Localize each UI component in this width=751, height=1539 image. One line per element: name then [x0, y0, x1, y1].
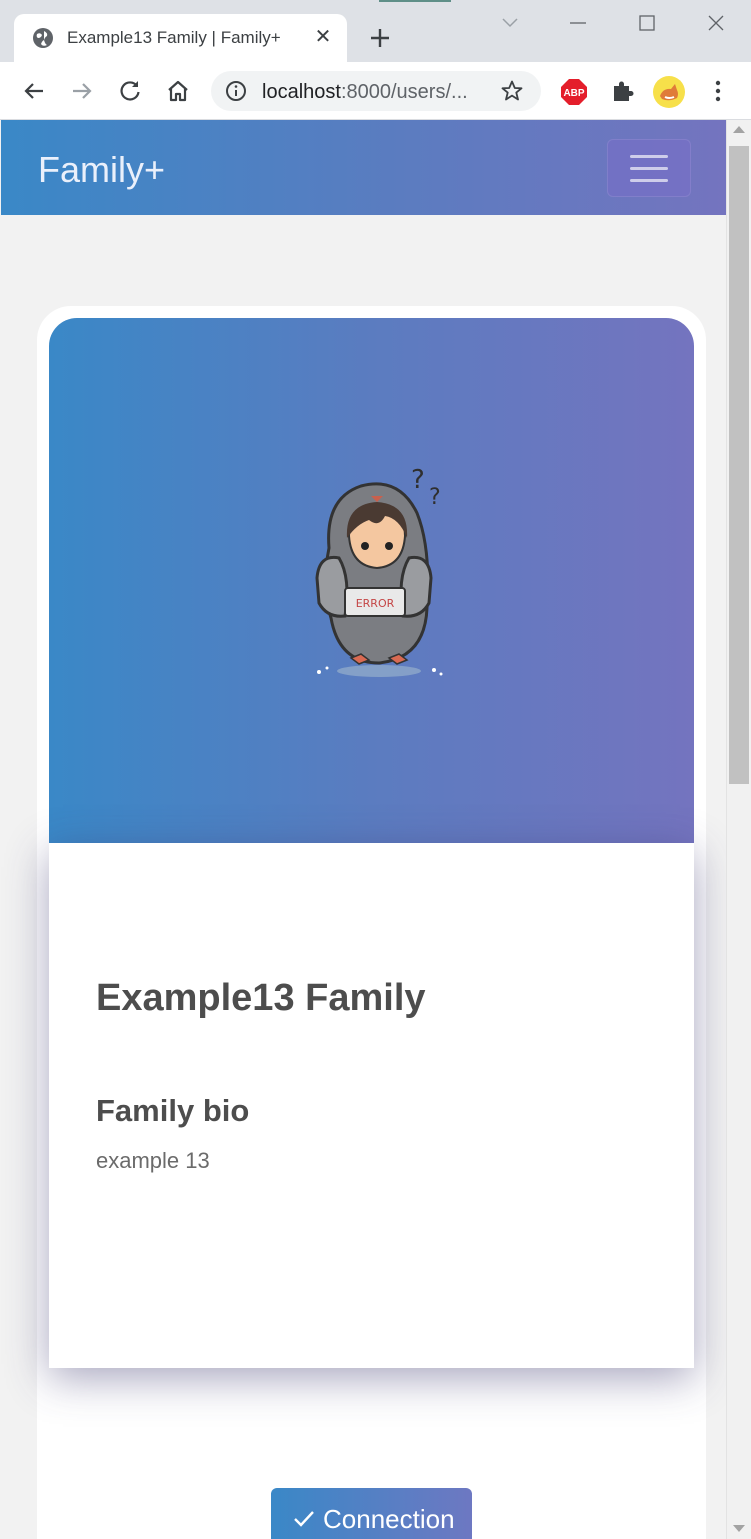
browser-toolbar: localhost:8000/users/... ABP [0, 62, 751, 120]
puzzle-icon[interactable] [608, 76, 638, 106]
scroll-up-arrow-icon[interactable] [733, 126, 745, 133]
profile-avatar-icon[interactable] [653, 76, 685, 108]
family-bio-text: example 13 [96, 1148, 210, 1173]
address-bar[interactable]: localhost:8000/users/... [211, 71, 541, 111]
globe-icon [33, 28, 53, 48]
reload-icon[interactable] [115, 76, 145, 106]
info-icon[interactable] [225, 80, 247, 102]
home-icon[interactable] [163, 76, 193, 106]
connection-button[interactable]: Connection [271, 1488, 472, 1539]
site-navbar: Family+ [1, 120, 726, 215]
minimize-icon[interactable] [558, 8, 598, 38]
image-error-label: ERROR [356, 597, 395, 610]
corgi-icon [660, 84, 678, 101]
family-bio-heading: Family bio [96, 1093, 250, 1128]
profile-image: ? ? ERROR [315, 465, 443, 677]
hamburger-line [630, 167, 668, 170]
hamburger-line [630, 155, 668, 158]
brand-logo[interactable]: Family+ [38, 149, 165, 191]
browser-tab[interactable]: Example13 Family | Family+ ✕ [14, 14, 347, 62]
tab-title: Example13 Family | Family+ [67, 28, 281, 47]
url-path: :8000/users/... [340, 81, 468, 103]
profile-card-body: Example13 Family Family bio example 13 [49, 843, 694, 1368]
page-viewport: Family+ ? ? ERROR Example13 Family Famil… [0, 120, 751, 1539]
family-name-heading: Example13 Family [96, 977, 426, 1019]
check-icon [294, 1511, 314, 1527]
hamburger-line [630, 179, 668, 182]
question-mark-icon: ? [429, 485, 441, 510]
menu-dots-icon[interactable] [703, 76, 733, 106]
menu-toggle-button[interactable] [607, 139, 691, 197]
star-icon[interactable] [500, 79, 524, 103]
maximize-icon[interactable] [627, 8, 667, 38]
question-mark-icon: ? [411, 465, 425, 495]
abp-extension-icon[interactable]: ABP [560, 78, 588, 106]
forward-icon[interactable] [67, 76, 97, 106]
page-scrollbar[interactable] [726, 120, 751, 1539]
url-text: localhost:8000/users/... [262, 81, 468, 104]
connection-button-label: Connection [323, 1504, 455, 1534]
profile-card-header: ? ? ERROR [49, 318, 694, 843]
url-host: localhost [262, 81, 341, 103]
back-icon[interactable] [19, 76, 49, 106]
close-icon[interactable]: ✕ [312, 26, 334, 48]
tab-indicator [379, 0, 451, 2]
tab-search-icon[interactable] [490, 8, 530, 38]
scrollbar-thumb[interactable] [729, 146, 749, 784]
abp-label: ABP [563, 88, 584, 99]
close-window-icon[interactable] [696, 8, 736, 38]
browser-tabstrip: Example13 Family | Family+ ✕ [0, 0, 751, 62]
scroll-down-arrow-icon[interactable] [733, 1525, 745, 1532]
plus-icon[interactable] [366, 24, 394, 52]
